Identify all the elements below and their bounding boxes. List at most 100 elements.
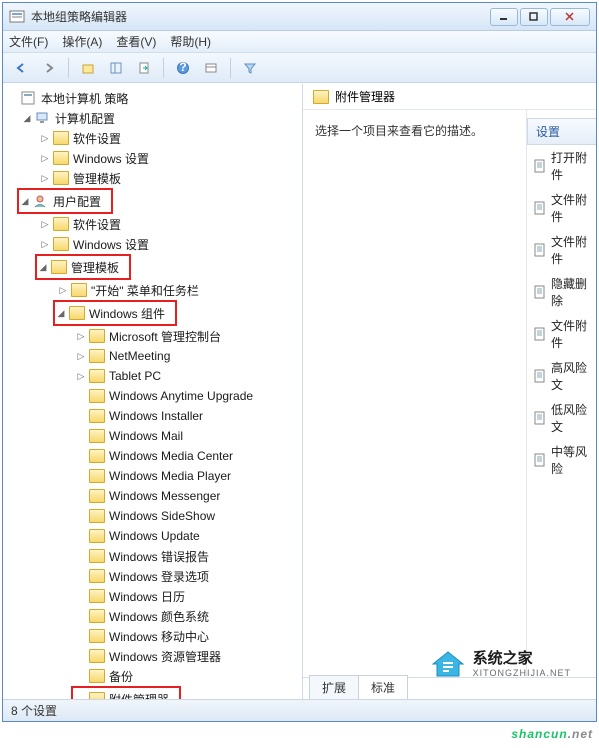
expand-icon[interactable] [75, 610, 87, 622]
tree-item[interactable]: Windows 登录选项 [3, 566, 302, 586]
tree-pane[interactable]: 本地计算机 策略 ◢ 计算机配置 ▷软件设置 ▷Windows 设置 ▷管理模板… [3, 84, 303, 699]
tree-item[interactable]: Windows Installer [3, 406, 302, 426]
tree-item[interactable]: Windows SideShow [3, 506, 302, 526]
tree-label: Windows 移动中心 [109, 628, 209, 645]
watermark-site: shancun [511, 727, 567, 741]
expand-icon[interactable] [75, 490, 87, 502]
menu-action[interactable]: 操作(A) [62, 33, 102, 50]
tree-item[interactable]: Windows 错误报告 [3, 546, 302, 566]
expand-icon[interactable]: ▷ [39, 238, 51, 250]
expand-icon[interactable]: ▷ [39, 152, 51, 164]
tree-admin-templates[interactable]: ◢ 管理模板 [37, 257, 125, 277]
tree-label: Windows 设置 [73, 236, 149, 253]
expand-icon[interactable] [7, 92, 19, 104]
settings-header[interactable]: 设置 [527, 118, 596, 145]
menu-view[interactable]: 查看(V) [116, 33, 156, 50]
expand-icon[interactable]: ▷ [75, 330, 87, 342]
setting-item[interactable]: 高风险文 [527, 355, 596, 397]
tree-item[interactable]: Windows 日历 [3, 586, 302, 606]
expand-icon[interactable] [75, 590, 87, 602]
tree-label: Windows 资源管理器 [109, 648, 221, 665]
up-button[interactable] [76, 57, 100, 79]
setting-item[interactable]: 文件附件 [527, 313, 596, 355]
expand-icon[interactable]: ▷ [75, 370, 87, 382]
tree-item[interactable]: Windows Update [3, 526, 302, 546]
help-button[interactable]: ? [171, 57, 195, 79]
tree-item[interactable]: ▷"开始" 菜单和任务栏 [3, 280, 302, 300]
tree-item[interactable]: 备份 [3, 666, 302, 686]
setting-item[interactable]: 低风险文 [527, 397, 596, 439]
tree-item[interactable]: ▷NetMeeting [3, 346, 302, 366]
expand-icon[interactable]: ▷ [75, 350, 87, 362]
tree-item[interactable]: ▷软件设置 [3, 128, 302, 148]
tree-item[interactable]: ▷Tablet PC [3, 366, 302, 386]
settings-column: 设置 打开附件文件附件文件附件隐藏删除文件附件高风险文低风险文中等风险 [526, 110, 596, 699]
expand-icon[interactable] [75, 570, 87, 582]
tree-item[interactable]: ▷Microsoft 管理控制台 [3, 326, 302, 346]
properties-button[interactable] [199, 57, 223, 79]
collapse-icon[interactable]: ◢ [21, 112, 33, 124]
tab-extended[interactable]: 扩展 [309, 675, 359, 699]
tree-item[interactable]: Windows Media Player [3, 466, 302, 486]
expand-icon[interactable] [75, 510, 87, 522]
tree-label: 管理模板 [71, 259, 119, 276]
minimize-button[interactable] [490, 8, 518, 26]
tree-item[interactable]: Windows Mail [3, 426, 302, 446]
expand-icon[interactable] [75, 470, 87, 482]
separator [230, 58, 231, 78]
expand-icon[interactable] [75, 390, 87, 402]
expand-icon[interactable] [75, 530, 87, 542]
expand-icon[interactable] [75, 430, 87, 442]
tree-item[interactable]: Windows 颜色系统 [3, 606, 302, 626]
expand-icon[interactable] [75, 650, 87, 662]
folder-icon [89, 449, 105, 463]
menu-help[interactable]: 帮助(H) [170, 33, 211, 50]
setting-item[interactable]: 隐藏删除 [527, 271, 596, 313]
expand-icon[interactable] [75, 550, 87, 562]
show-tree-button[interactable] [104, 57, 128, 79]
expand-icon[interactable] [75, 670, 87, 682]
expand-icon[interactable] [75, 630, 87, 642]
collapse-icon[interactable]: ◢ [37, 261, 49, 273]
tree-label: 用户配置 [53, 193, 101, 210]
collapse-icon[interactable]: ◢ [55, 307, 67, 319]
export-button[interactable] [132, 57, 156, 79]
tree-item[interactable]: ▷ Windows 设置 [3, 234, 302, 254]
tree-computer-config[interactable]: ◢ 计算机配置 [3, 108, 302, 128]
folder-icon [53, 217, 69, 231]
tree-root[interactable]: 本地计算机 策略 [3, 88, 302, 108]
collapse-icon[interactable]: ◢ [19, 195, 31, 207]
tab-standard[interactable]: 标准 [358, 675, 408, 699]
setting-item[interactable]: 文件附件 [527, 229, 596, 271]
filter-button[interactable] [238, 57, 262, 79]
expand-icon[interactable] [75, 450, 87, 462]
tree-windows-components[interactable]: ◢Windows 组件 [55, 303, 171, 323]
setting-label: 中等风险 [551, 443, 590, 477]
tree-item[interactable]: ▷Windows 设置 [3, 148, 302, 168]
tree-label: 管理模板 [73, 170, 121, 187]
view-tabs: 扩展 标准 [303, 677, 596, 699]
tree-user-config[interactable]: ◢ 用户配置 [19, 191, 107, 211]
expand-icon[interactable]: ▷ [39, 218, 51, 230]
close-button[interactable] [550, 8, 590, 26]
expand-icon[interactable]: ▷ [57, 284, 69, 296]
tree-item[interactable]: 附件管理器 [73, 689, 175, 699]
tree-item[interactable]: Windows Messenger [3, 486, 302, 506]
tree-item[interactable]: Windows Media Center [3, 446, 302, 466]
expand-icon[interactable] [75, 410, 87, 422]
expand-icon[interactable]: ▷ [39, 132, 51, 144]
setting-item[interactable]: 中等风险 [527, 439, 596, 481]
maximize-button[interactable] [520, 8, 548, 26]
menu-file[interactable]: 文件(F) [9, 33, 48, 50]
expand-icon[interactable]: ▷ [39, 172, 51, 184]
tree-item[interactable]: Windows 资源管理器 [3, 646, 302, 666]
tree-item[interactable]: ▷软件设置 [3, 214, 302, 234]
tree-item[interactable]: ▷ 管理模板 [3, 168, 302, 188]
setting-item[interactable]: 打开附件 [527, 145, 596, 187]
back-button[interactable] [9, 57, 33, 79]
forward-button[interactable] [37, 57, 61, 79]
setting-item[interactable]: 文件附件 [527, 187, 596, 229]
tree-item[interactable]: Windows Anytime Upgrade [3, 386, 302, 406]
tree-item[interactable]: Windows 移动中心 [3, 626, 302, 646]
folder-icon [313, 90, 329, 104]
